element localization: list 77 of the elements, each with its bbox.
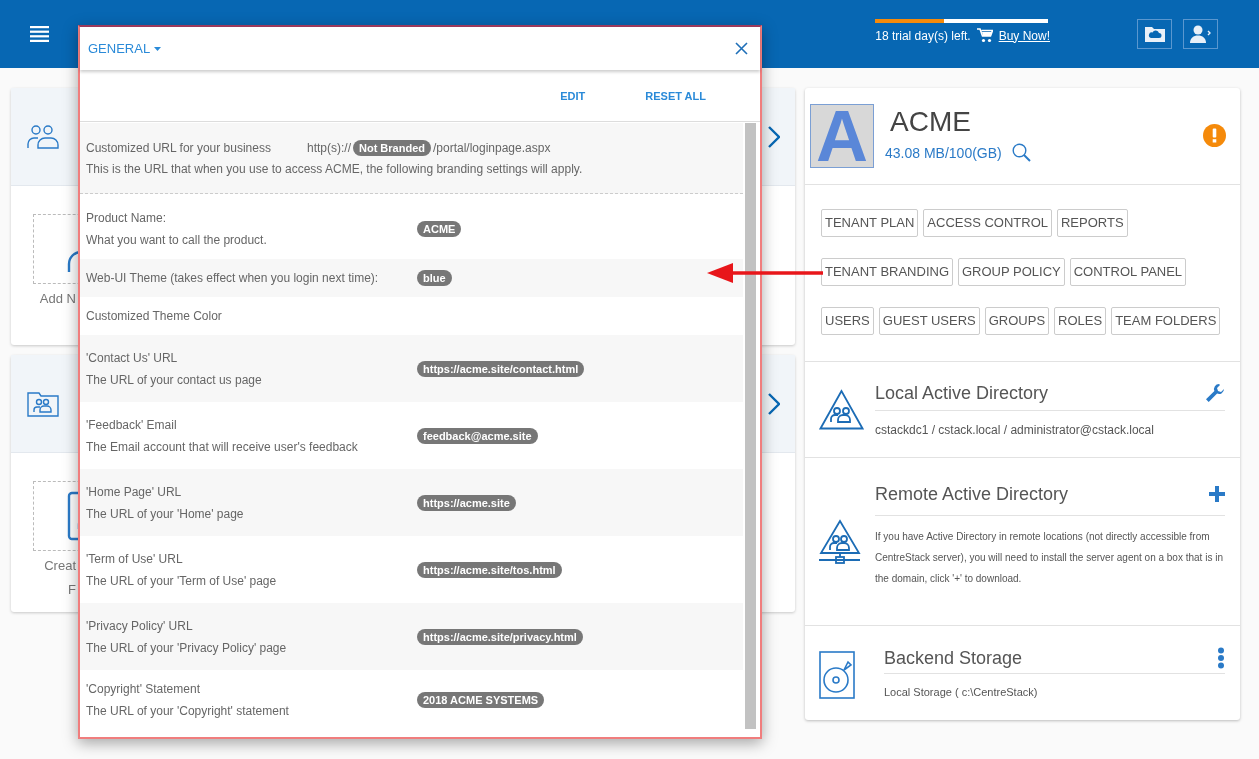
wrench-icon[interactable] xyxy=(1205,383,1225,404)
chevron-right-icon[interactable] xyxy=(768,125,780,148)
url-suffix: /portal/loginpage.aspx xyxy=(433,141,551,155)
section-text: If you have Active Directory in remote locations (not directly accessible from CentreStack server), you will need to install the server agent on a box that is in the domain, click '+' to download. xyxy=(875,529,1224,586)
scrollbar[interactable] xyxy=(745,123,756,729)
plus-icon[interactable] xyxy=(1209,486,1225,503)
setting-description: The URL of your 'Home' page xyxy=(86,506,245,521)
url-prefix: http(s):// xyxy=(306,141,351,155)
more-icon[interactable] xyxy=(1217,647,1225,670)
user-button[interactable] xyxy=(1183,19,1218,49)
users-icon xyxy=(27,124,59,149)
setting-label: 'Contact Us' URL xyxy=(86,350,179,365)
setting-label: Customized URL for your business xyxy=(86,141,271,155)
remote-directory-icon xyxy=(819,518,863,565)
value-badge: ACME xyxy=(417,221,462,237)
toolbar-link[interactable]: RESET ALL xyxy=(645,89,706,102)
menu-button[interactable]: GROUP POLICY xyxy=(958,257,1065,286)
value-badge: feedback@acme.site xyxy=(417,427,538,444)
setting-description: The URL of your 'Term of Use' page xyxy=(86,573,278,588)
section-text: cstackdc1 / cstack.local / administrator@cstack.local xyxy=(875,422,1155,437)
directory-icon xyxy=(819,388,864,430)
cart-icon xyxy=(976,28,993,43)
menu-button[interactable]: TENANT BRANDING xyxy=(821,257,953,286)
storage-usage: 43.08 MB/100(GB) xyxy=(885,144,1002,161)
value-badge: https://acme.site/contact.html xyxy=(417,360,585,377)
tile-caption: F xyxy=(68,581,76,599)
value-badge: https://acme.site xyxy=(417,494,516,511)
setting-description: The URL of your contact us page xyxy=(86,372,263,387)
section-title: Remote Active Directory xyxy=(875,483,1069,505)
tile-caption: Creat xyxy=(44,557,76,575)
setting-label: Customized Theme Color xyxy=(86,309,223,323)
hard-drive-icon xyxy=(819,651,855,700)
user-icon xyxy=(1189,25,1212,43)
buy-now-link[interactable]: Buy Now! xyxy=(998,28,1050,43)
tile-caption: Add N xyxy=(39,290,76,308)
tenant-logo: A xyxy=(810,104,874,168)
menu-button[interactable]: TENANT PLAN xyxy=(821,208,919,237)
value-badge: 2018 ACME SYSTEMS xyxy=(417,692,545,708)
setting-label: 'Term of Use' URL xyxy=(86,551,184,566)
trial-text: 18 trial day(s) left. xyxy=(875,28,971,43)
setting-description: The Email account that will receive user's feedback xyxy=(86,439,359,454)
value-badge: blue xyxy=(417,270,452,286)
setting-label: Web-UI Theme (takes effect when you login next time): xyxy=(86,271,380,285)
value-badge: https://acme.site/privacy.html xyxy=(417,628,583,645)
team-folder-icon xyxy=(27,390,59,417)
setting-description: The URL of your 'Copyright' statement xyxy=(86,704,290,718)
menu-button[interactable]: GUEST USERS xyxy=(878,306,980,335)
section-title: Backend Storage xyxy=(884,647,1023,669)
menu-button[interactable]: CONTROL PANEL xyxy=(1069,257,1187,286)
menu-button[interactable]: USERS xyxy=(821,306,874,335)
caret-icon xyxy=(154,46,162,51)
section-title: Local Active Directory xyxy=(875,382,1049,404)
tenant-name: ACME xyxy=(890,105,972,139)
close-icon[interactable] xyxy=(735,42,748,55)
menu-button[interactable]: REPORTS xyxy=(1057,208,1128,237)
chevron-right-icon[interactable] xyxy=(768,392,780,415)
setting-label: 'Copyright' Statement xyxy=(86,682,201,696)
menu-button[interactable]: ACCESS CONTROL xyxy=(923,208,1052,237)
setting-description: This is the URL that when you use to access ACME, the following branding settings will apply. xyxy=(86,162,583,176)
value-badge: https://acme.site/tos.html xyxy=(417,561,562,578)
setting-description: What you want to call the product. xyxy=(86,233,268,247)
setting-label: 'Privacy Policy' URL xyxy=(86,618,194,633)
cloud-folder-button[interactable] xyxy=(1137,19,1172,49)
toolbar-link[interactable]: EDIT xyxy=(560,89,586,102)
menu-button[interactable]: TEAM FOLDERS xyxy=(1111,306,1221,335)
menu-button[interactable]: GROUPS xyxy=(984,306,1050,335)
value-badge: Not Branded xyxy=(353,140,431,156)
menu-icon[interactable] xyxy=(30,26,49,42)
setting-description: The URL of your 'Privacy Policy' page xyxy=(86,640,288,655)
menu-button[interactable]: ROLES xyxy=(1054,306,1107,335)
section-text: Local Storage ( c:\CentreStack) xyxy=(884,686,1039,699)
cloud-folder-icon xyxy=(1144,26,1165,42)
setting-label: Product Name: xyxy=(86,211,168,225)
general-dropdown[interactable]: GENERAL xyxy=(88,41,162,56)
setting-label: 'Home Page' URL xyxy=(86,484,183,499)
setting-label: 'Feedback' Email xyxy=(86,417,178,432)
search-icon[interactable] xyxy=(1011,143,1032,162)
